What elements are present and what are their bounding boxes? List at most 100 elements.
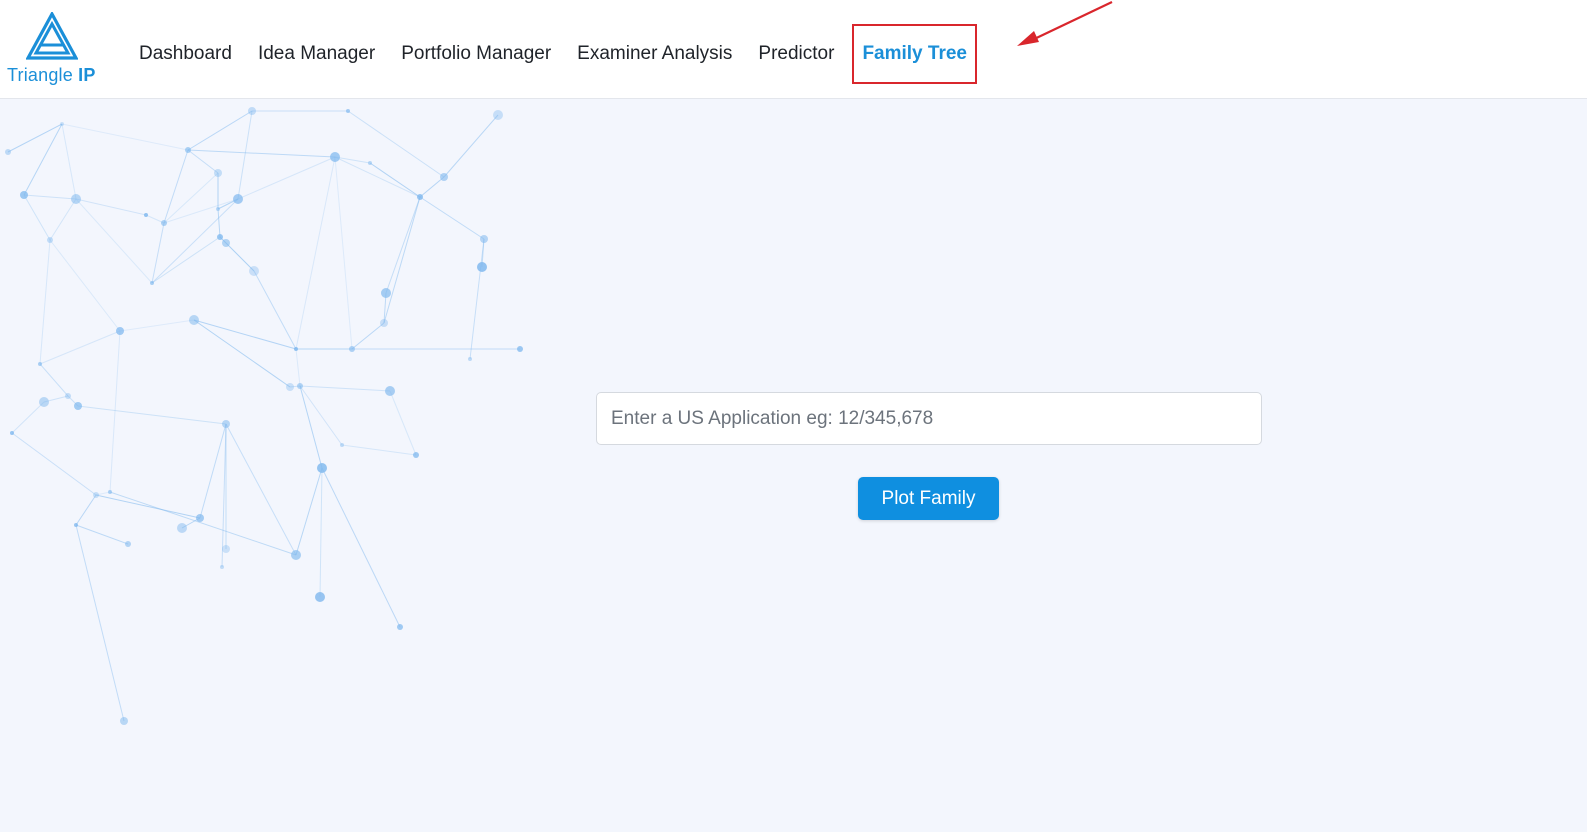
network-node	[480, 235, 488, 243]
network-node	[5, 149, 11, 155]
network-edge	[351, 322, 385, 350]
network-edge	[383, 196, 421, 324]
network-edge	[75, 198, 147, 216]
network-edge	[237, 110, 253, 200]
triangle-logo-icon	[26, 12, 78, 60]
network-node	[189, 315, 199, 325]
network-edge	[217, 208, 221, 238]
network-node	[217, 234, 223, 240]
network-node	[233, 194, 243, 204]
network-background-graphic	[5, 107, 523, 725]
network-node	[144, 213, 148, 217]
network-node	[214, 169, 222, 177]
network-edge	[151, 222, 165, 284]
network-edge	[347, 110, 445, 178]
network-node	[315, 592, 325, 602]
network-edge	[469, 238, 485, 360]
network-node	[413, 452, 419, 458]
network-node	[368, 161, 372, 165]
network-node	[222, 420, 230, 428]
network-node	[125, 541, 131, 547]
network-edge	[187, 149, 336, 158]
network-edge	[299, 385, 343, 446]
network-node	[38, 362, 42, 366]
network-node	[517, 346, 523, 352]
nav-examiner-analysis[interactable]: Examiner Analysis	[564, 24, 745, 84]
network-node	[116, 327, 124, 335]
nav-dashboard[interactable]: Dashboard	[126, 24, 245, 84]
network-edge	[23, 194, 51, 241]
network-edge	[75, 524, 129, 545]
network-edge	[299, 385, 323, 469]
network-edge	[75, 198, 153, 284]
network-node	[417, 194, 423, 200]
network-node	[222, 545, 230, 553]
network-edge	[319, 467, 323, 598]
network-node	[47, 237, 53, 243]
brand-logo[interactable]: Triangle IP	[6, 12, 102, 92]
network-node	[380, 319, 388, 327]
network-edge	[295, 467, 323, 556]
network-node	[120, 717, 128, 725]
network-node	[294, 347, 298, 351]
network-edge	[49, 198, 77, 241]
network-edge	[23, 123, 63, 196]
nav-portfolio-manager[interactable]: Portfolio Manager	[388, 24, 564, 84]
nav-idea-manager[interactable]: Idea Manager	[245, 24, 388, 84]
network-edge	[119, 319, 195, 332]
brand-name-prefix: Triangle	[7, 65, 73, 85]
network-node	[185, 147, 191, 153]
network-node	[65, 393, 71, 399]
network-node	[493, 110, 503, 120]
network-node	[468, 357, 472, 361]
network-edge	[61, 123, 77, 200]
network-node	[286, 383, 294, 391]
network-node	[349, 346, 355, 352]
network-edge	[187, 149, 219, 174]
network-node	[108, 490, 112, 494]
network-node	[220, 565, 224, 569]
network-edge	[253, 270, 297, 350]
network-edge	[75, 524, 125, 722]
network-node	[93, 492, 99, 498]
annotation-arrow-icon	[1017, 1, 1113, 46]
network-edge	[61, 123, 189, 151]
network-node	[340, 443, 344, 447]
network-node	[216, 207, 220, 211]
network-node	[317, 463, 327, 473]
network-edge	[385, 196, 421, 294]
network-node	[10, 431, 14, 435]
top-navbar: Triangle IP Dashboard Idea Manager Portf…	[0, 0, 1587, 99]
network-edge	[39, 330, 121, 365]
network-edge	[193, 319, 291, 388]
network-node	[381, 288, 391, 298]
network-edge	[237, 156, 336, 200]
network-node	[196, 514, 204, 522]
network-node	[71, 194, 81, 204]
network-edge	[109, 491, 297, 556]
plot-family-button[interactable]: Plot Family	[858, 477, 999, 520]
network-edge	[75, 494, 97, 526]
network-node	[177, 523, 187, 533]
network-edge	[39, 363, 69, 397]
network-edge	[11, 401, 45, 434]
network-edge	[199, 423, 227, 519]
network-edge	[11, 432, 97, 496]
network-edge	[151, 236, 221, 284]
network-node	[477, 262, 487, 272]
nav-family-tree[interactable]: Family Tree	[852, 24, 977, 84]
network-node	[39, 397, 49, 407]
us-application-input[interactable]	[596, 392, 1262, 445]
network-node	[74, 523, 78, 527]
network-node	[74, 402, 82, 410]
nav-predictor[interactable]: Predictor	[745, 24, 847, 84]
network-edge	[321, 467, 401, 628]
network-edge	[443, 114, 499, 178]
network-edge	[334, 156, 421, 198]
network-node	[291, 550, 301, 560]
network-node	[397, 624, 403, 630]
network-edge	[7, 123, 63, 153]
network-edge	[187, 110, 253, 151]
network-edge	[419, 176, 445, 198]
network-edge	[39, 239, 51, 365]
